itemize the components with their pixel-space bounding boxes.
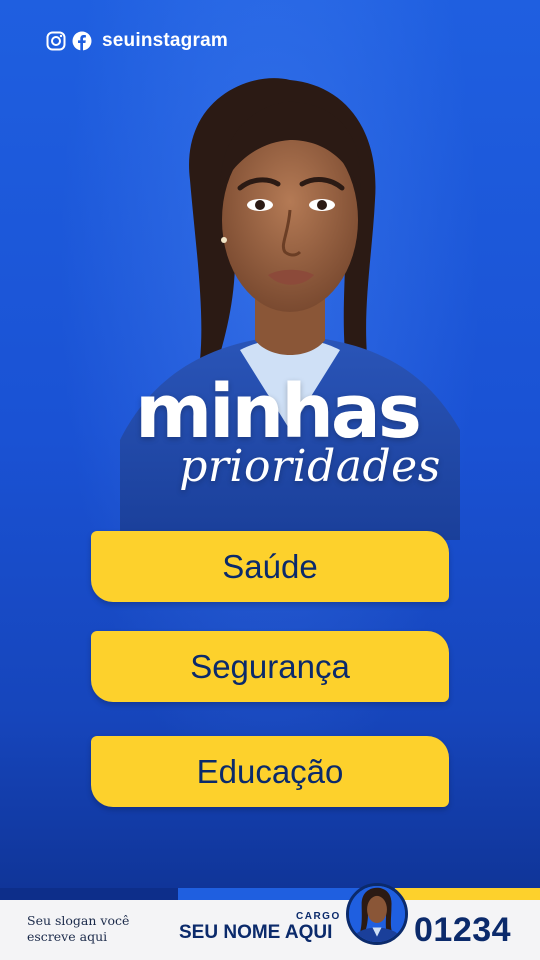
candidate-name: SEU NOME AQUI xyxy=(179,922,333,943)
footer-accent-navy xyxy=(0,888,178,900)
instagram-handle[interactable]: seuinstagram xyxy=(102,30,228,52)
campaign-poster: seuinstagram minhas prioridades Saúde Se… xyxy=(0,0,540,960)
headline: minhas prioridades xyxy=(0,375,540,491)
candidate-number: 01234 xyxy=(414,911,512,949)
headline-title: minhas xyxy=(135,369,422,455)
instagram-icon[interactable] xyxy=(46,31,66,51)
avatar xyxy=(346,883,408,945)
priority-saude-button[interactable]: Saúde xyxy=(91,531,449,602)
social-row: seuinstagram xyxy=(46,30,228,52)
priority-educacao-button[interactable]: Educação xyxy=(91,736,449,807)
slogan-text: Seu slogan você escreve aqui xyxy=(27,913,130,944)
cargo-label: CARGO xyxy=(296,911,341,922)
priority-seguranca-button[interactable]: Segurança xyxy=(91,631,449,702)
facebook-icon[interactable] xyxy=(72,31,92,51)
